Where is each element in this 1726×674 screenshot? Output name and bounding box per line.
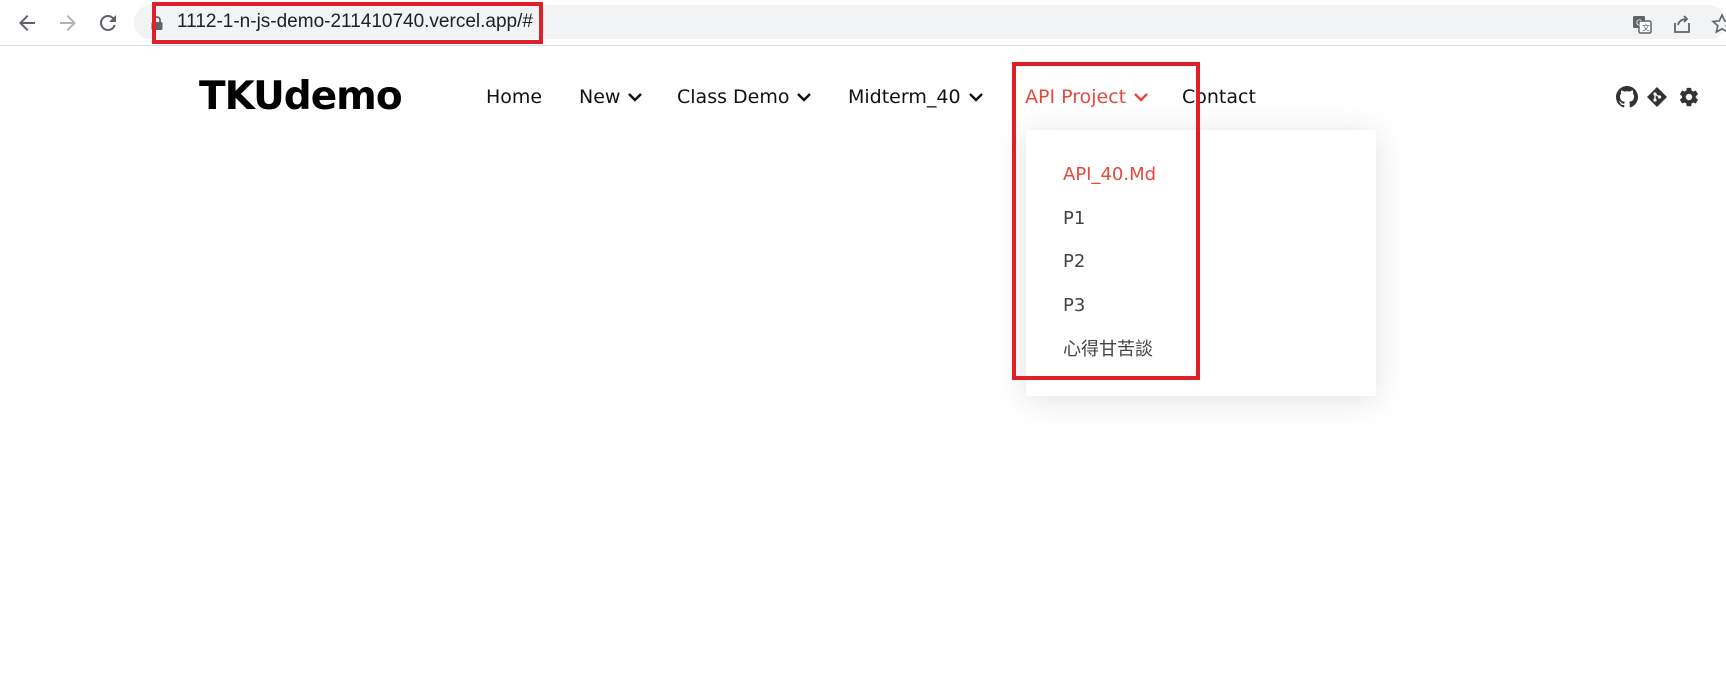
site-logo[interactable]: TKUdemo (199, 74, 403, 119)
api-project-highlight-box (1012, 62, 1200, 380)
gear-icon[interactable] (1678, 86, 1700, 108)
chevron-down-icon (796, 91, 812, 103)
translate-icon[interactable]: G文 (1631, 13, 1653, 35)
nav-class-demo-label: Class Demo (677, 86, 790, 108)
nav-midterm-label: Midterm_40 (848, 86, 961, 108)
nav-home-label: Home (486, 86, 543, 108)
nav-home[interactable]: Home (486, 84, 542, 110)
nav-new[interactable]: New (579, 84, 643, 110)
bookmark-star-icon[interactable] (1711, 13, 1726, 35)
git-icon[interactable] (1646, 86, 1668, 108)
svg-text:文: 文 (1642, 23, 1650, 33)
nav-midterm[interactable]: Midterm_40 (848, 84, 984, 110)
nav-new-label: New (579, 86, 621, 108)
share-icon[interactable] (1671, 13, 1693, 35)
browser-toolbar: 1112-1-n-js-demo-211410740.vercel.app/# … (0, 0, 1726, 46)
chevron-down-icon (627, 91, 643, 103)
back-icon[interactable] (15, 11, 39, 35)
chevron-down-icon (968, 91, 984, 103)
forward-icon[interactable] (56, 11, 80, 35)
nav-class-demo[interactable]: Class Demo (677, 84, 812, 110)
github-icon[interactable] (1616, 86, 1638, 108)
reload-icon[interactable] (96, 11, 120, 35)
url-highlight-box (152, 2, 543, 44)
